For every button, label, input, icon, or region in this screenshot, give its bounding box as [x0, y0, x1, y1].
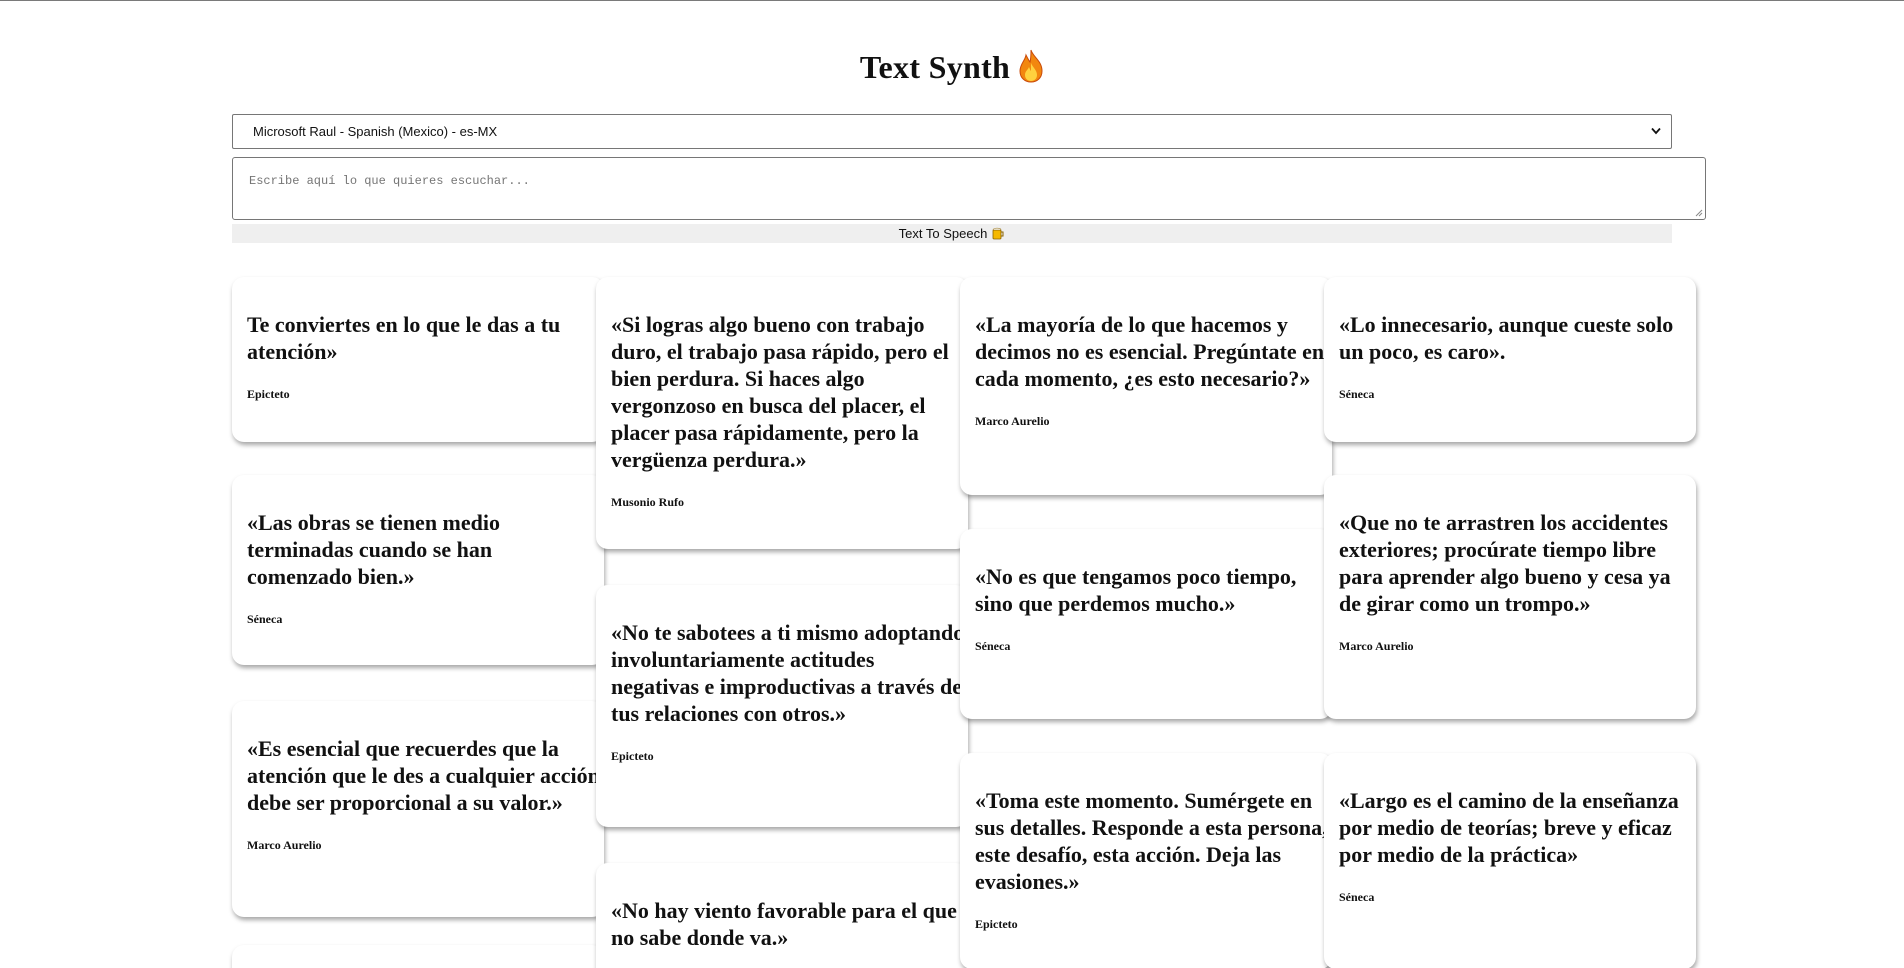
quote-text: Te conviertes en lo que le das a tu aten… [247, 312, 561, 364]
quote-card[interactable]: «Lo innecesario, aunque cueste solo un p… [1324, 277, 1696, 442]
text-input-placeholder: Escribe aquí lo que quieres escuchar... [249, 174, 530, 188]
text-input[interactable]: Escribe aquí lo que quieres escuchar... [232, 157, 1706, 220]
quote-card[interactable]: «No hay viento favorable para el que no … [596, 863, 968, 968]
quote-card[interactable]: Te conviertes en lo que le das a tu aten… [232, 277, 604, 442]
quote-card[interactable]: «No es que tengamos poco tiempo, sino qu… [960, 529, 1332, 719]
quote-card[interactable]: «La mayoría de lo que hacemos y decimos … [960, 277, 1332, 495]
quote-text: «Largo es el camino de la enseñanza por … [1339, 788, 1679, 867]
quote-author: Epicteto [611, 749, 654, 763]
chevron-down-icon [1651, 127, 1661, 135]
quote-card[interactable]: «Que no te arrastren los accidentes exte… [1324, 475, 1696, 719]
voice-select[interactable]: Microsoft Raul - Spanish (Mexico) - es-M… [232, 114, 1672, 149]
quote-author: Epicteto [975, 917, 1018, 931]
beer-mug-icon [991, 226, 1005, 240]
quote-card[interactable]: «Largo es el camino de la enseñanza por … [1324, 753, 1696, 968]
page-title: Text Synth [0, 49, 1904, 86]
quote-text: «Las obras se tienen medio terminadas cu… [247, 510, 500, 589]
quote-text: «La mayoría de lo que hacemos y decimos … [975, 312, 1325, 391]
quote-card[interactable]: «Toma este momento. Sumérgete en sus det… [960, 753, 1332, 968]
quote-text: «Que no te arrastren los accidentes exte… [1339, 510, 1671, 616]
voice-select-value: Microsoft Raul - Spanish (Mexico) - es-M… [253, 124, 498, 139]
text-to-speech-label: Text To Speech [898, 226, 988, 241]
quote-card[interactable]: «Si logras algo bueno con trabajo duro, … [596, 277, 968, 549]
quote-author: Epicteto [247, 387, 290, 401]
page-title-text: Text Synth [859, 49, 1011, 85]
resize-grip-icon[interactable] [1694, 208, 1703, 217]
quote-card-partial[interactable] [232, 945, 604, 968]
quote-author: Séneca [1339, 890, 1375, 904]
quote-card[interactable]: «No te sabotees a ti mismo adoptando inv… [596, 585, 968, 827]
quote-text: «No hay viento favorable para el que no … [611, 898, 957, 950]
quote-card[interactable]: «Las obras se tienen medio terminadas cu… [232, 475, 604, 665]
quote-author: Marco Aurelio [247, 838, 322, 852]
quote-author: Marco Aurelio [975, 414, 1050, 428]
quote-author: Séneca [1339, 387, 1375, 401]
quote-author: Marco Aurelio [1339, 639, 1414, 653]
text-to-speech-button[interactable]: Text To Speech [232, 224, 1672, 243]
quote-text: «No es que tengamos poco tiempo, sino qu… [975, 564, 1297, 616]
quote-text: «Toma este momento. Sumérgete en sus det… [975, 788, 1328, 894]
quote-card[interactable]: «Es esencial que recuerdes que la atenci… [232, 701, 604, 917]
quote-text: «Lo innecesario, aunque cueste solo un p… [1339, 312, 1674, 364]
fire-icon [1018, 49, 1044, 83]
quote-author: Musonio Rufo [611, 495, 685, 509]
quote-author: Séneca [247, 612, 283, 626]
quote-text: «Si logras algo bueno con trabajo duro, … [611, 312, 949, 472]
quote-text: «Es esencial que recuerdes que la atenci… [247, 736, 600, 815]
quote-author: Séneca [975, 639, 1011, 653]
quote-text: «No te sabotees a ti mismo adoptando inv… [611, 620, 965, 726]
